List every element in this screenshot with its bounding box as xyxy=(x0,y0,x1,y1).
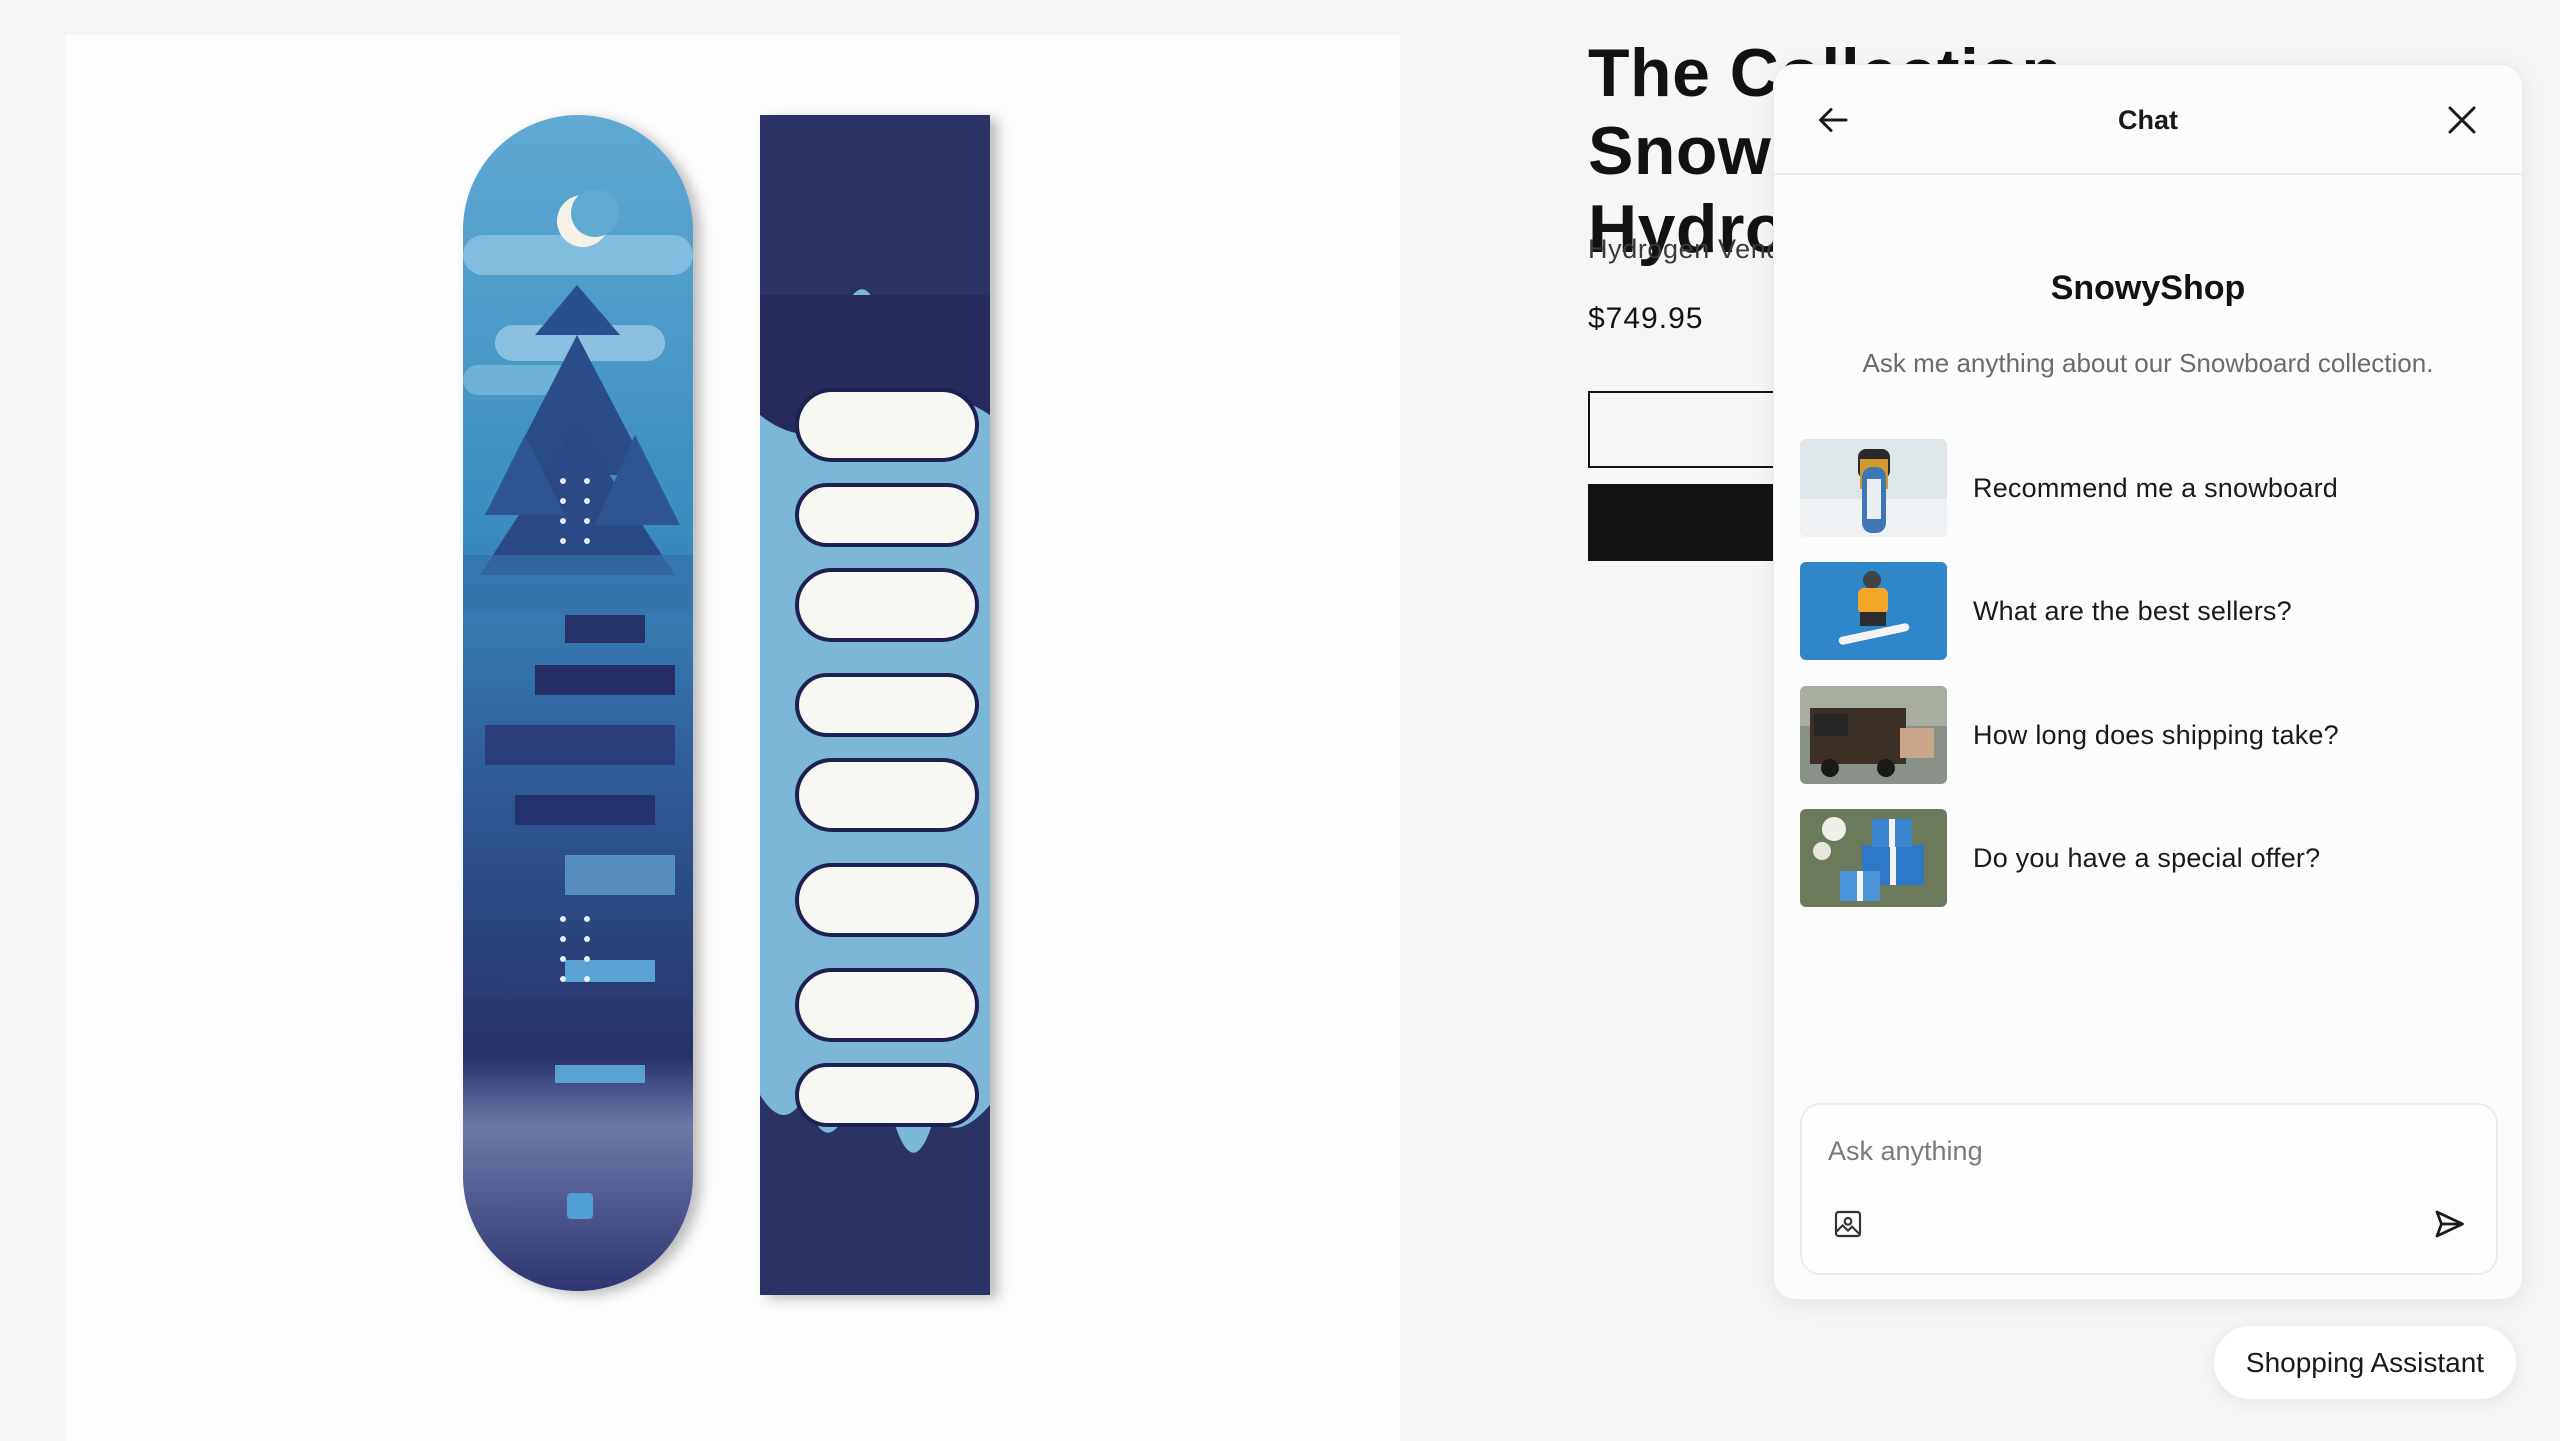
shop-name: SnowyShop xyxy=(2050,269,2246,307)
chat-composer xyxy=(1800,1103,2498,1275)
delivery-truck-thumbnail xyxy=(1800,686,1947,784)
snowboarder-jumping-thumbnail xyxy=(1800,562,1947,660)
suggestion-label: Do you have a special offer? xyxy=(1973,842,2321,873)
right-snowboard xyxy=(760,115,990,1295)
chat-title: Chat xyxy=(2118,105,2178,135)
attach-image-button[interactable] xyxy=(1828,1204,1868,1244)
suggestion-recommend[interactable]: Recommend me a snowboard xyxy=(1800,439,2500,537)
product-price: $749.95 xyxy=(1588,302,1704,335)
suggestion-label: Recommend me a snowboard xyxy=(1973,472,2338,503)
image-upload-icon xyxy=(1834,1210,1862,1238)
suggestion-label: How long does shipping take? xyxy=(1973,719,2339,750)
send-button[interactable] xyxy=(2426,1201,2472,1247)
close-icon xyxy=(2448,106,2476,134)
chat-intro: Ask me anything about our Snowboard coll… xyxy=(1862,348,2434,378)
send-icon xyxy=(2435,1210,2464,1238)
suggestion-special-offer[interactable]: Do you have a special offer? xyxy=(1800,809,2500,907)
product-image xyxy=(463,115,990,1295)
suggestion-shipping[interactable]: How long does shipping take? xyxy=(1800,686,2500,784)
suggestion-label: What are the best sellers? xyxy=(1973,595,2292,626)
chat-panel: Chat SnowyShop Ask me anything about our… xyxy=(1773,64,2523,1300)
suggestion-best-sellers[interactable]: What are the best sellers? xyxy=(1800,562,2500,660)
gift-boxes-thumbnail xyxy=(1800,809,1947,907)
left-snowboard xyxy=(463,115,693,1291)
product-media xyxy=(65,35,1400,1441)
snowboarder-holding-board-thumbnail xyxy=(1800,439,1947,537)
close-button[interactable] xyxy=(2438,96,2486,144)
chat-input[interactable] xyxy=(1828,1131,2428,1171)
chat-header: Chat xyxy=(1774,65,2522,175)
shopping-assistant-button[interactable]: Shopping Assistant xyxy=(2213,1325,2517,1400)
